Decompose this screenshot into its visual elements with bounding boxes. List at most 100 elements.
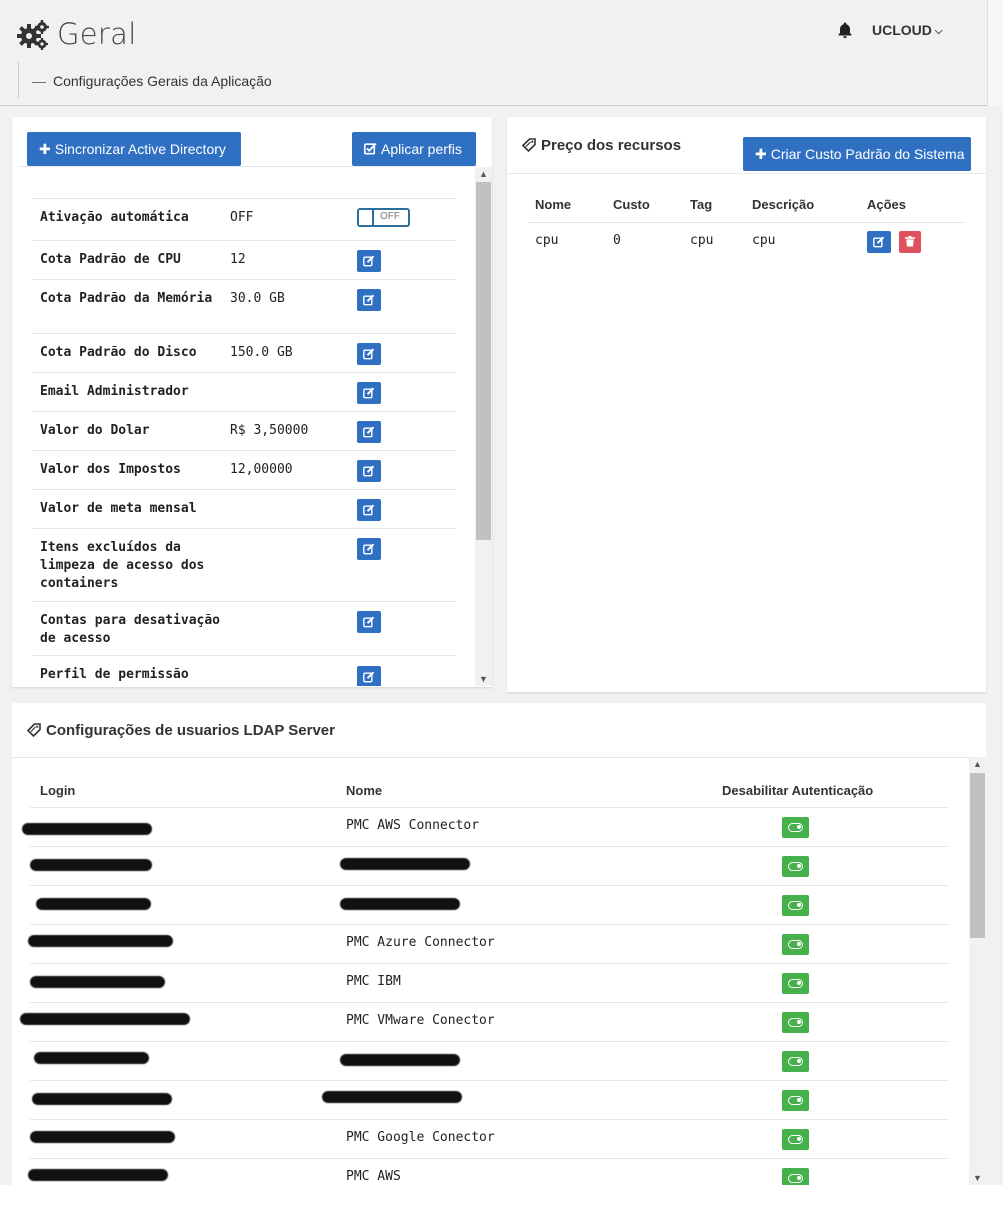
toggle-on-icon: [788, 1174, 803, 1183]
edit-button[interactable]: [357, 421, 381, 443]
edit-icon: [363, 255, 375, 267]
edit-button[interactable]: [357, 499, 381, 521]
config-label: Itens excluídos da limpeza de acesso dos…: [40, 540, 205, 591]
disable-auth-toggle[interactable]: [782, 934, 809, 955]
delete-button[interactable]: [899, 231, 921, 253]
edit-button[interactable]: [357, 250, 381, 272]
config-row: Perfil de permissão: [32, 655, 456, 686]
create-default-cost-button[interactable]: ✚ Criar Custo Padrão do Sistema: [743, 137, 971, 171]
pricing-title: Preço dos recursos: [522, 137, 681, 154]
divider: [12, 757, 986, 758]
redacted-name: [340, 898, 460, 910]
dash-icon: —: [32, 73, 46, 89]
scroll-down-icon[interactable]: ▼: [475, 672, 492, 686]
redacted-login: [20, 1013, 190, 1025]
bottom-blank: [0, 1185, 1003, 1225]
disable-auth-toggle[interactable]: [782, 856, 809, 877]
disable-auth-toggle[interactable]: [782, 1012, 809, 1033]
ldap-title-label: Configurações de usuarios LDAP Server: [46, 722, 335, 739]
edit-icon: [873, 236, 885, 248]
edit-button[interactable]: [357, 460, 381, 482]
toggle-label: OFF: [380, 211, 400, 222]
auto-activation-toggle[interactable]: OFF: [357, 208, 410, 227]
scroll-thumb[interactable]: [476, 182, 491, 540]
edit-button[interactable]: [357, 611, 381, 633]
bell-icon[interactable]: [836, 21, 854, 39]
breadcrumb: — Configurações Gerais da Aplicação: [18, 62, 272, 98]
cell-descricao: cpu: [752, 233, 776, 248]
disable-auth-toggle[interactable]: [782, 973, 809, 994]
apply-profiles-button[interactable]: Aplicar perfis: [352, 132, 476, 166]
col-nome: Nome: [535, 197, 572, 212]
redacted-login: [30, 859, 152, 871]
edit-icon: [363, 426, 375, 438]
table-row: [30, 885, 948, 924]
ldap-name: PMC Google Conector: [346, 1130, 495, 1145]
scroll-thumb[interactable]: [970, 773, 985, 938]
config-table: Ativação automática OFF OFF Cota Padrão de …: [32, 198, 456, 686]
config-scrollbar[interactable]: ▲ ▼: [475, 167, 492, 686]
edit-button[interactable]: [357, 382, 381, 404]
config-label: Valor dos Impostos: [40, 462, 181, 477]
tag-icon: [27, 723, 41, 737]
col-custo: Custo: [613, 197, 650, 212]
pricing-card: Preço dos recursos ✚ Criar Custo Padrão d…: [507, 117, 986, 692]
table-row: [30, 1041, 948, 1080]
table-row: PMC IBM: [30, 963, 948, 1002]
ldap-name: PMC VMware Conector: [346, 1013, 495, 1028]
user-menu[interactable]: UCLOUD ⌵: [872, 22, 942, 38]
table-row: [30, 1080, 948, 1119]
edit-icon: [363, 294, 375, 306]
config-label: Email Administrador: [40, 384, 189, 399]
toggle-on-icon: [788, 901, 803, 910]
divider: [507, 173, 986, 174]
window-scrollbar-track[interactable]: [987, 106, 1003, 1090]
config-row: Cota Padrão da Memória 30.0 GB: [32, 279, 456, 333]
table-row: [30, 846, 948, 885]
edit-button[interactable]: [357, 666, 381, 686]
create-default-cost-label: Criar Custo Padrão do Sistema: [770, 146, 965, 162]
col-tag: Tag: [690, 197, 713, 212]
cell-nome: cpu: [535, 233, 559, 248]
apply-profiles-label: Aplicar perfis: [381, 141, 462, 157]
config-value: 30.0 GB: [230, 291, 285, 306]
config-label: Perfil de permissão: [40, 667, 189, 682]
trash-icon: [905, 236, 915, 247]
disable-auth-toggle[interactable]: [782, 817, 809, 838]
scroll-up-icon[interactable]: ▲: [475, 167, 492, 181]
pricing-title-label: Preço dos recursos: [541, 137, 682, 154]
user-name: UCLOUD: [872, 22, 932, 38]
disable-auth-toggle[interactable]: [782, 1051, 809, 1072]
ldap-scrollbar[interactable]: ▲ ▼: [969, 757, 986, 1185]
plus-icon: ✚: [755, 146, 767, 162]
scroll-down-icon[interactable]: ▼: [969, 1171, 986, 1185]
disable-auth-toggle[interactable]: [782, 1129, 809, 1150]
col-descricao: Descrição: [752, 197, 815, 212]
edit-button[interactable]: [867, 231, 891, 253]
config-label: Valor de meta mensal: [40, 501, 197, 516]
config-value: OFF: [230, 210, 254, 225]
scroll-up-icon[interactable]: ▲: [969, 757, 986, 771]
redacted-name: [340, 858, 470, 870]
edit-icon: [363, 671, 375, 683]
config-value: R$ 3,50000: [230, 423, 309, 438]
toggle-on-icon: [788, 1057, 803, 1066]
config-row: Valor do Dolar R$ 3,50000: [32, 411, 456, 450]
edit-button[interactable]: [357, 538, 381, 560]
sync-ad-button[interactable]: ✚ Sincronizar Active Directory: [27, 132, 241, 166]
redacted-login: [28, 935, 173, 947]
edit-button[interactable]: [357, 289, 381, 311]
edit-button[interactable]: [357, 343, 381, 365]
plus-icon: ✚: [39, 141, 51, 157]
toggle-on-icon: [788, 862, 803, 871]
config-label: Cota Padrão de CPU: [40, 252, 181, 267]
cell-custo: 0: [613, 233, 621, 248]
disable-auth-toggle[interactable]: [782, 895, 809, 916]
disable-auth-toggle[interactable]: [782, 1090, 809, 1111]
config-row: Valor dos Impostos 12,00000: [32, 450, 456, 489]
config-value: 12,00000: [230, 462, 293, 477]
config-row: Itens excluídos da limpeza de acesso dos…: [32, 528, 456, 601]
col-login: Login: [40, 783, 76, 798]
window-scrollbar[interactable]: [987, 0, 1003, 106]
config-row: Valor de meta mensal: [32, 489, 456, 528]
